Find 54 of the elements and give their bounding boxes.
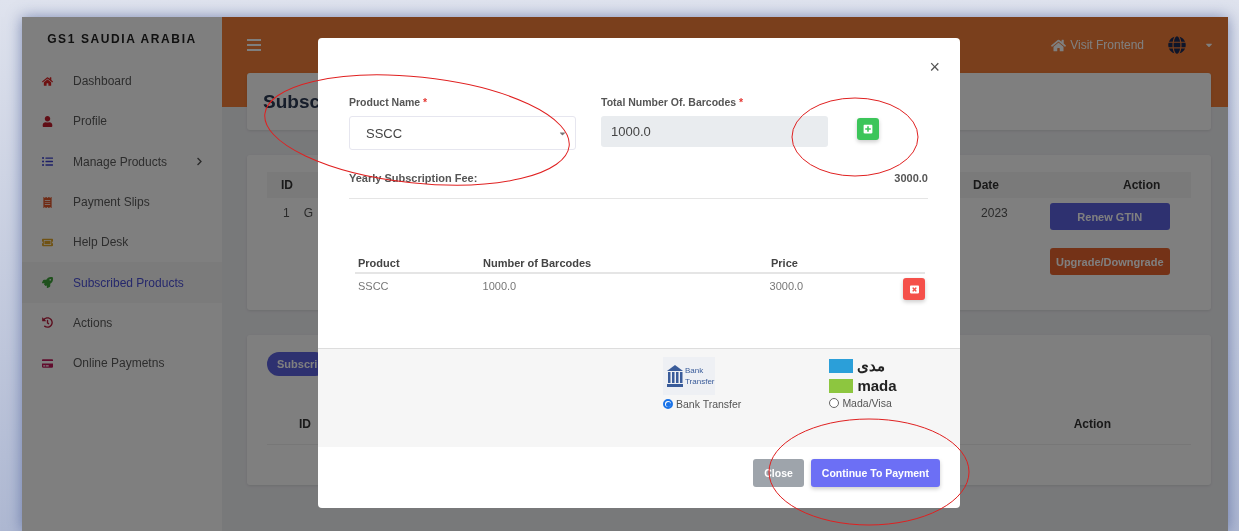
add-button[interactable] [857,118,879,140]
column-header: Action [1073,417,1111,431]
sidebar-item[interactable]: Manage Products [22,141,222,182]
table-cell: 3000.0 [769,280,804,292]
sidebar-item[interactable]: Payment Slips [22,181,222,223]
list-icon [42,156,53,168]
receipt-icon [42,196,53,208]
column-header: ID [299,417,311,431]
payment-radio[interactable]: Mada/Visa [829,397,892,409]
column-header: Action [1123,178,1161,192]
visit-frontend-link[interactable]: Visit Frontend [1070,38,1144,52]
field-label: Total Number Of. Barcodes * [601,96,745,108]
ticket-icon [42,236,53,248]
sidebar-item[interactable]: Actions [22,302,222,344]
radio-button[interactable] [663,399,673,409]
field-label: Product Name * [349,96,429,108]
product-select[interactable]: SSCC [349,116,576,150]
upgrade-button[interactable]: Upgrade/Downgrade [1049,248,1170,275]
table-cell: 1000.0 [482,280,517,292]
bank-logo: Bank Transfer [663,357,715,395]
column-header: Price [771,256,798,269]
table-cell-text: 1 [283,206,290,222]
payment-radio[interactable]: Bank Transfer [663,398,742,410]
column-header: Product [358,256,400,269]
table-cell-text: 2023 [981,206,1008,222]
fee-value: 3000.0 [894,172,928,184]
plus-icon [863,124,873,134]
home-icon [1051,37,1067,53]
renew-button[interactable]: Renew GTIN [1049,203,1170,230]
sidebar-item[interactable]: Profile [22,101,222,142]
column-header: Number of Barcodes [483,256,592,269]
avatar-icon[interactable] [1168,36,1186,54]
home-icon [42,75,53,87]
sidebar-item[interactable]: Dashboard [22,61,222,102]
table-cell-text: G [303,206,314,222]
brand-title: GS1 SAUDIA ARABIA [46,31,198,48]
sidebar-item[interactable]: Subscribed Products [22,262,222,303]
table-cell: SSCC [358,280,389,292]
radio-button[interactable] [829,398,840,408]
card-icon [42,357,53,369]
sidebar-item[interactable]: Online Paymetns [22,343,222,384]
close-icon [909,284,919,294]
menu-icon[interactable] [247,39,261,51]
chevron-icon [195,157,204,167]
sidebar-item[interactable]: Help Desk [22,222,222,263]
fee-label: Yearly Subscription Fee: [349,172,478,184]
barcodes-input[interactable]: 1000.0 [601,116,828,147]
column-header: ID [281,178,293,192]
delete-button[interactable] [903,278,925,300]
continue-button[interactable]: Continue To Payment [810,459,940,487]
history-icon [42,317,53,329]
user-icon [42,115,53,127]
column-header: Date [973,178,999,192]
rocket-icon [42,277,53,289]
